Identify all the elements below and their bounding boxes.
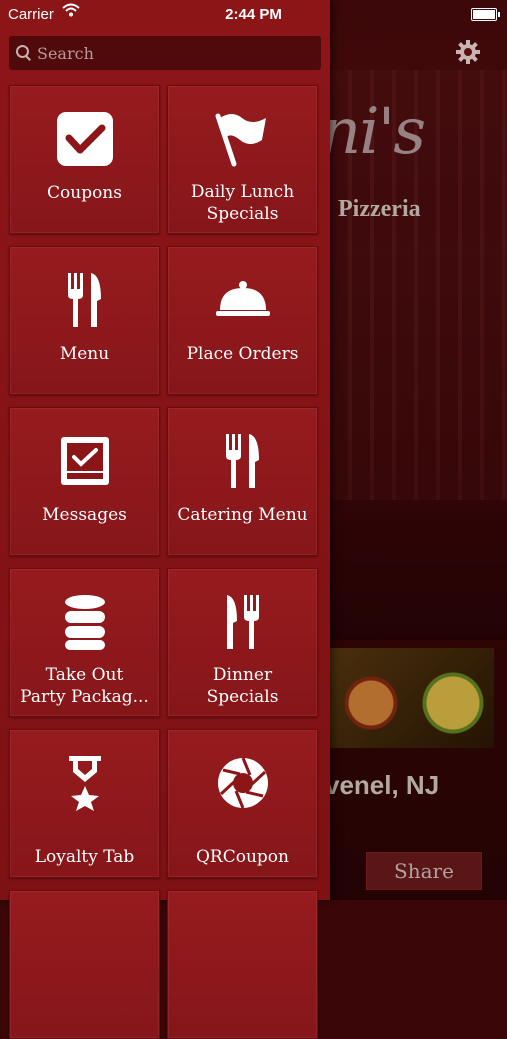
database-icon xyxy=(10,591,159,653)
flag-icon xyxy=(168,108,317,170)
tile-label: Catering Menu xyxy=(177,505,308,525)
tile-dinner-specials[interactable]: Dinner Specials xyxy=(167,568,318,717)
tile-label: Loyalty Tab xyxy=(34,847,135,867)
tile-label: Messages xyxy=(42,505,127,525)
knife-fork-icon xyxy=(168,591,317,653)
fork-knife-icon xyxy=(168,430,317,492)
status-bar: Carrier 2:44 PM xyxy=(0,0,507,28)
checkbox-icon xyxy=(10,108,159,170)
tile-label: Dinner Specials xyxy=(206,665,279,707)
tile-messages[interactable]: Messages xyxy=(9,407,160,556)
tile-place-orders[interactable]: Place Orders xyxy=(167,246,318,395)
tile-qrcoupon[interactable]: QRCoupon xyxy=(167,729,318,878)
background-dim-overlay[interactable] xyxy=(330,0,507,900)
tile-menu[interactable]: Menu xyxy=(9,246,160,395)
tile-partial[interactable] xyxy=(9,890,160,1039)
tile-daily-lunch-specials[interactable]: Daily Lunch Specials xyxy=(167,85,318,234)
cloche-icon xyxy=(168,269,317,331)
search-bar[interactable] xyxy=(9,36,321,70)
inbox-check-icon xyxy=(10,430,159,492)
search-input[interactable] xyxy=(35,42,309,64)
tile-label: Place Orders xyxy=(186,344,299,364)
tile-loyalty-tab[interactable]: Loyalty Tab xyxy=(9,729,160,878)
tile-label: Coupons xyxy=(47,183,122,203)
clock-time: 2:44 PM xyxy=(225,6,282,23)
tile-partial[interactable] xyxy=(167,890,318,1039)
aperture-icon xyxy=(168,752,317,814)
tile-label: Take Out Party Packag... xyxy=(20,665,149,707)
tile-label: Menu xyxy=(59,344,110,364)
fork-knife-icon xyxy=(10,269,159,331)
search-icon xyxy=(15,44,33,62)
gear-icon[interactable] xyxy=(455,39,481,65)
tile-catering-menu[interactable]: Catering Menu xyxy=(167,407,318,556)
tile-take-out-party-packages[interactable]: Take Out Party Packag... xyxy=(9,568,160,717)
side-menu-drawer: Coupons Daily Lunch Specials xyxy=(0,0,330,1039)
battery-icon xyxy=(471,8,500,21)
tile-label: Daily Lunch Specials xyxy=(190,182,295,224)
tile-label: QRCoupon xyxy=(196,847,289,867)
award-star-icon xyxy=(10,752,159,814)
tile-coupons[interactable]: Coupons xyxy=(9,85,160,234)
